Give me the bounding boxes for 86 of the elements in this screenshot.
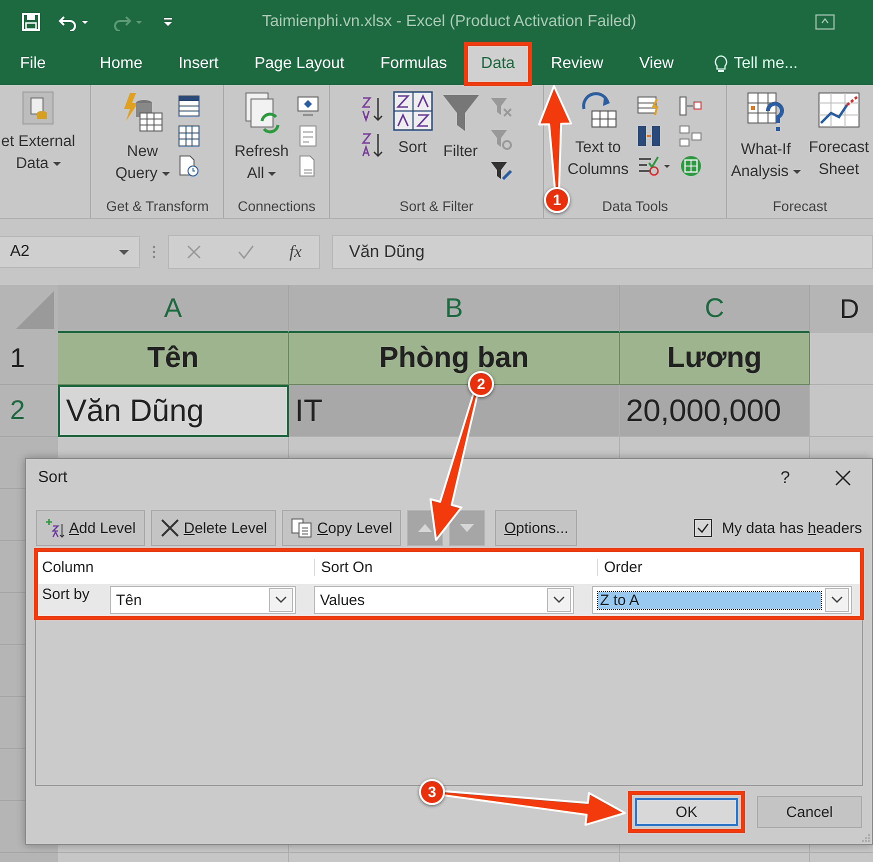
properties-icon[interactable] [296, 125, 319, 147]
chevron-icon [831, 596, 843, 604]
flash-fill-icon[interactable] [636, 95, 661, 117]
remove-duplicates-icon[interactable] [636, 125, 661, 147]
data-validation-icon[interactable] [636, 155, 671, 177]
dropdown-icon [52, 162, 61, 166]
delete-icon [160, 518, 180, 538]
group-label: Connections [238, 198, 316, 216]
tell-me-field[interactable]: Tell me... [734, 55, 798, 73]
move-down-icon [459, 523, 476, 533]
consolidate-icon[interactable] [678, 95, 703, 117]
level-label: Sort by [41, 585, 91, 603]
table-cell: Tên [58, 333, 289, 385]
toolbar-button[interactable]: Copy Level [282, 510, 402, 546]
group-label: Get & Transform [106, 198, 209, 216]
ribbon-command[interactable]: Filter [440, 91, 480, 163]
help-button[interactable]: ? [780, 468, 790, 488]
ribbon-tab[interactable]: Home [100, 45, 142, 83]
relationships-icon[interactable] [678, 125, 703, 147]
lightbulb-icon [714, 55, 728, 73]
table-icon[interactable] [178, 95, 200, 117]
ribbon-command[interactable]: Text to Columns [568, 91, 629, 181]
close-icon[interactable] [834, 469, 852, 487]
grid-header: Order [597, 558, 642, 576]
customize-icon[interactable] [162, 16, 174, 28]
window-title: Taimienphi.vn.xlsx - Excel (Product Activation Failed) [262, 12, 636, 30]
toolbar-button[interactable]: Delete Level [150, 510, 276, 546]
ribbon-command[interactable]: Sort [392, 91, 432, 159]
sort-descending-icon[interactable] [360, 131, 384, 159]
sort-icon [392, 91, 432, 131]
group-label: Data Tools [602, 198, 668, 216]
table-cell: Lương [620, 333, 810, 385]
dropdown-icon [162, 172, 170, 176]
ribbon-command[interactable]: Forecast Sheet [808, 91, 869, 181]
chevron-icon [275, 596, 287, 604]
toolbar-button[interactable]: Options... [495, 510, 578, 546]
headers-checkbox[interactable]: My data has headers [694, 519, 862, 537]
dropdown-icon [792, 170, 801, 174]
group-label: Forecast [772, 198, 828, 216]
more-icon [152, 245, 156, 259]
document-clock-icon[interactable] [178, 155, 200, 177]
ribbon-tab[interactable]: Review [550, 45, 604, 83]
ribbon-tab[interactable]: Data [467, 45, 529, 83]
order-dropdown[interactable]: Z to A [592, 586, 852, 614]
dialog-title: Sort [38, 469, 68, 487]
ribbon-tab[interactable]: Insert [178, 45, 218, 83]
chevron-icon [553, 596, 565, 604]
ribbon-command[interactable]: New Query [115, 91, 170, 185]
row-header[interactable]: 1 [0, 333, 58, 385]
checkbox[interactable] [694, 519, 712, 537]
insert-function-button[interactable]: fx [289, 242, 302, 262]
ribbon-command[interactable]: et External Data [1, 91, 76, 175]
dropdown-icon [268, 172, 276, 176]
database-icon [22, 91, 54, 125]
add-level-icon [45, 518, 65, 538]
save-icon[interactable] [22, 12, 40, 30]
table-cell: 20,000,000 [620, 385, 810, 437]
group-label: Sort & Filter [400, 198, 474, 216]
ribbon-tab[interactable]: Formulas [380, 45, 448, 83]
name-box[interactable]: A2 [0, 236, 140, 268]
resize-grip-icon[interactable] [862, 834, 870, 842]
dialog-button[interactable]: Cancel [757, 796, 862, 828]
ribbon-tab[interactable]: File [8, 45, 46, 83]
column-dropdown[interactable]: Tên [110, 586, 296, 614]
advanced-filter-icon[interactable] [488, 159, 512, 183]
toolbar-button[interactable]: Add Level [36, 510, 145, 546]
dialog-button[interactable]: OK [628, 791, 745, 833]
column-header[interactable]: D [810, 285, 873, 333]
table-icon[interactable] [178, 125, 200, 147]
formula-field[interactable]: Văn Dũng [332, 235, 873, 269]
data-model-icon[interactable] [678, 155, 703, 177]
ribbon-tab[interactable]: View [639, 45, 674, 83]
grid-header: Sort On [314, 558, 597, 576]
sort-ascending-icon[interactable] [360, 95, 384, 123]
checkmark-icon [696, 521, 710, 535]
connection-icon[interactable] [296, 95, 319, 117]
ribbon-command[interactable]: What-If Analysis [730, 91, 801, 183]
ribbon-display-icon[interactable] [815, 14, 835, 30]
table-cell: Văn Dũng [58, 385, 289, 437]
ribbon-tab[interactable]: Page Layout [254, 45, 344, 83]
copy-icon [291, 518, 314, 538]
sort-on-dropdown[interactable]: Values [314, 586, 574, 614]
what-if-icon [746, 91, 786, 133]
ribbon-command[interactable]: Refresh All [234, 91, 289, 185]
move-up-icon [417, 523, 434, 533]
grid-header: Column [41, 558, 95, 576]
